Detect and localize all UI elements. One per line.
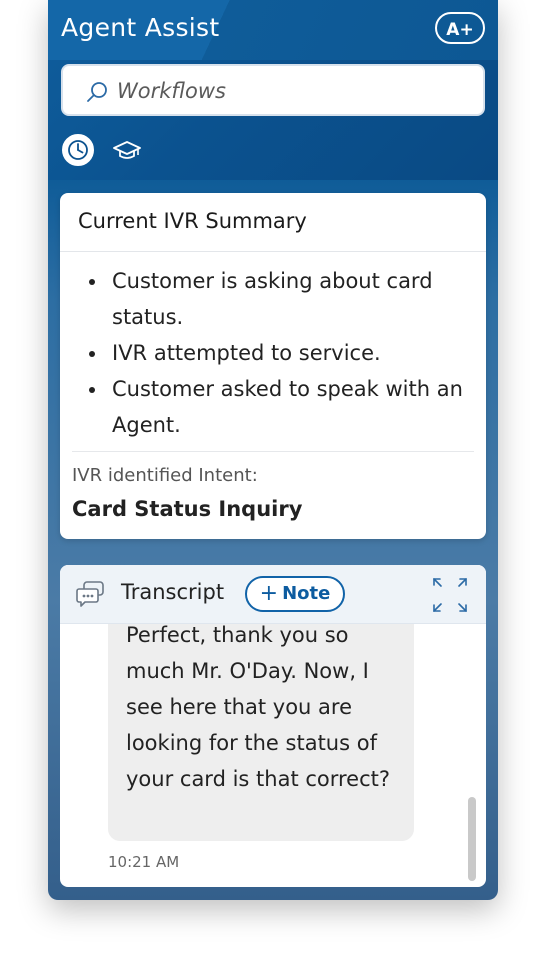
agent-assist-panel: Agent Assist A+ Current IVR Summ [48,0,498,900]
scrollbar[interactable] [468,797,476,881]
intent-label: IVR identified Intent: [72,465,258,486]
list-item: Customer asked to speak with an Agent. [108,371,488,443]
tab-learning[interactable] [112,139,142,165]
graduation-cap-icon [113,141,141,159]
expand-icon[interactable] [430,575,470,615]
search-icon [87,82,107,102]
plus-icon: + [259,581,279,606]
message-bubble: Perfect, thank you so much Mr. O'Day. No… [108,605,414,841]
chat-icon [76,581,104,607]
search-input[interactable] [115,76,459,106]
transcript-card: Perfect, thank you so much Mr. O'Day. No… [60,565,486,887]
note-label: Note [282,583,331,604]
font-size-button[interactable]: A+ [435,12,485,44]
ivr-summary-title: Current IVR Summary [78,209,307,233]
message-text: Perfect, thank you so much Mr. O'Day. No… [126,623,391,791]
ivr-summary-list: Customer is asking about card status. IV… [86,263,488,443]
header: Agent Assist A+ [48,0,498,180]
ivr-summary-card: Current IVR Summary Customer is asking a… [60,193,486,539]
intent-value: Card Status Inquiry [72,497,303,521]
divider [72,451,474,452]
add-note-button[interactable]: + Note [245,576,345,612]
message-timestamp: 10:21 AM [108,853,180,871]
transcript-header: Transcript + Note [60,565,486,624]
workflow-search[interactable] [61,64,485,116]
list-item: IVR attempted to service. [108,335,488,371]
clock-icon [68,140,88,160]
divider [60,251,486,252]
app-title: Agent Assist [61,13,220,42]
tab-history[interactable] [62,134,94,166]
transcript-title: Transcript [121,580,225,604]
list-item: Customer is asking about card status. [108,263,488,335]
